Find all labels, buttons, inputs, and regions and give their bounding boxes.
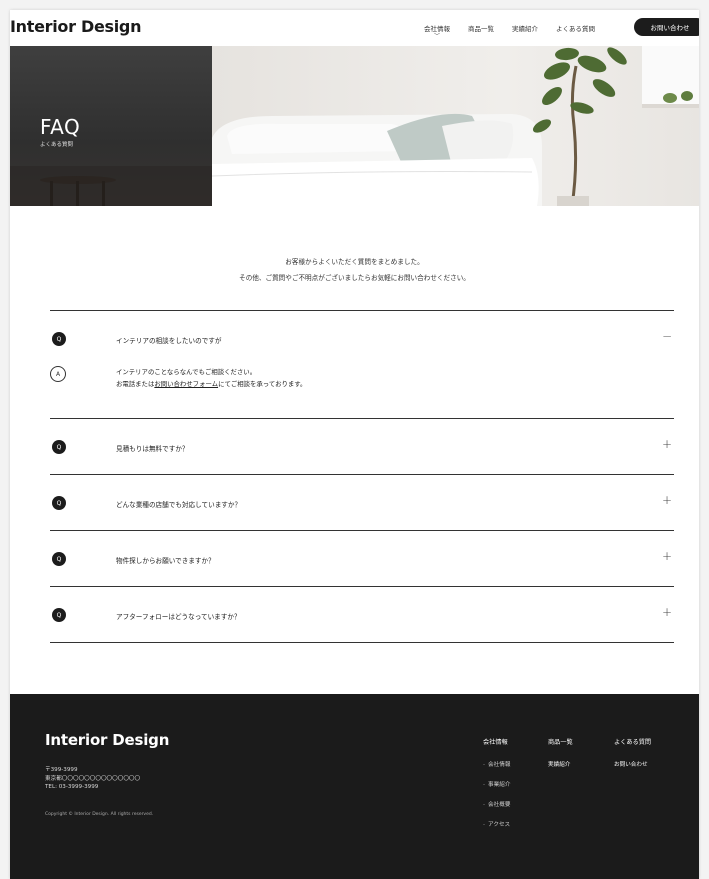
site-logo[interactable]: Interior Design (10, 17, 141, 36)
answer-text: にてご相談を承っております。 (218, 380, 307, 388)
footer-sublink-label: アクセス (488, 822, 511, 828)
faq-question: 見積もりは無料ですか？ (116, 445, 189, 453)
nav-item-company[interactable]: 会社情報 ﹀ (424, 23, 450, 40)
faq-answer-row: A インテリアのことならなんでもご相談ください。 お電話またはお問い合わせフォー… (50, 366, 674, 418)
faq-item: Q 物件探しからお願いできますか？ + (50, 530, 674, 586)
faq-list: Q インテリアの相談をしたいのですが − A インテリアのことならなんでもご相談… (50, 310, 674, 643)
hero-living-room-image (212, 46, 699, 206)
faq-question-row[interactable]: Q どんな業種の店舗でも対応していますか？ + (50, 475, 674, 530)
question-badge: Q (52, 496, 66, 510)
nav-item-products[interactable]: 商品一覧 (468, 23, 494, 33)
contact-button[interactable]: お問い合わせ (634, 18, 699, 36)
faq-question: どんな業種の店舗でも対応していますか？ (116, 501, 242, 509)
footer-logo[interactable]: Interior Design (45, 731, 169, 749)
faq-question: インテリアの相談をしたいのですが (116, 337, 222, 345)
expand-icon[interactable]: + (662, 493, 672, 507)
footer-tel: TEL: 03-3999-3999 (45, 784, 99, 790)
footer-sublink[interactable]: - アクセス (483, 820, 510, 828)
faq-question-row[interactable]: Q 見積もりは無料ですか？ + (50, 419, 674, 474)
nav-item-works[interactable]: 実績紹介 (512, 23, 538, 33)
faq-item: Q アフターフォローはどうなっていますか？ + (50, 586, 674, 643)
hero-banner: FAQ よくある質問 (10, 46, 699, 206)
site-header: Interior Design 会社情報 ﹀ 商品一覧 実績紹介 よくある質問 … (10, 10, 699, 46)
footer-address: 東京都〇〇〇〇〇〇〇〇〇〇〇〇〇〇 (45, 775, 141, 782)
intro-line: お客様からよくいただく質問をまとめました。 (285, 258, 424, 266)
expand-icon[interactable]: + (662, 549, 672, 563)
faq-answer-line: インテリアのことならなんでもご相談ください。 (116, 368, 257, 376)
site-footer: Interior Design 〒399-3999 東京都〇〇〇〇〇〇〇〇〇〇〇… (10, 694, 699, 879)
footer-sublink[interactable]: - 会社概要 (483, 800, 510, 808)
question-badge: Q (52, 608, 66, 622)
footer-sublink[interactable]: - 事業紹介 (483, 780, 510, 788)
copyright: Copyright © Interior Design. All rights … (45, 812, 154, 817)
footer-link-contact[interactable]: お問い合わせ (614, 760, 651, 768)
intro-line: その他、ご質問やご不明点がございましたらお気軽にお問い合わせください。 (239, 274, 470, 282)
footer-link-works[interactable]: 実績紹介 (548, 760, 573, 768)
footer-sublink[interactable]: - 会社情報 (483, 760, 510, 768)
footer-link-products[interactable]: 商品一覧 (548, 737, 573, 746)
question-badge: Q (52, 332, 66, 346)
footer-sublink-label: 会社概要 (488, 802, 511, 808)
question-badge: Q (52, 440, 66, 454)
answer-text: お電話または (116, 380, 155, 388)
answer-badge: A (50, 366, 66, 382)
page: Interior Design 会社情報 ﹀ 商品一覧 実績紹介 よくある質問 … (10, 10, 699, 879)
chevron-down-icon: ﹀ (433, 33, 441, 40)
intro-text: お客様からよくいただく質問をまとめました。 その他、ご質問やご不明点がございまし… (10, 254, 699, 286)
faq-question-row[interactable]: Q 物件探しからお願いできますか？ + (50, 531, 674, 586)
footer-col-products: 商品一覧 実績紹介 (548, 737, 573, 780)
faq-question: 物件探しからお願いできますか？ (116, 557, 215, 565)
faq-answer-line: お電話またはお問い合わせフォームにてご相談を承っております。 (116, 378, 306, 390)
collapse-icon[interactable]: − (662, 329, 672, 343)
footer-postal: 〒399-3999 (45, 767, 78, 773)
faq-question-row[interactable]: Q インテリアの相談をしたいのですが − (50, 311, 674, 366)
faq-item: Q インテリアの相談をしたいのですが − A インテリアのことならなんでもご相談… (50, 310, 674, 418)
footer-sublink-label: 事業紹介 (488, 782, 511, 788)
footer-col-faq: よくある質問 お問い合わせ (614, 737, 651, 780)
contact-form-link[interactable]: お問い合わせフォーム (154, 380, 218, 388)
page-subtitle: よくある質問 (40, 142, 74, 148)
question-badge: Q (52, 552, 66, 566)
faq-item: Q 見積もりは無料ですか？ + (50, 418, 674, 474)
footer-sublink-label: 会社情報 (488, 762, 511, 768)
sofa-photo (212, 46, 699, 206)
footer-col-company: 会社情報 - 会社情報 - 事業紹介 - 会社概要 - アクセス (483, 737, 510, 840)
main-nav: 会社情報 ﹀ 商品一覧 実績紹介 よくある質問 (424, 10, 613, 46)
expand-icon[interactable]: + (662, 605, 672, 619)
faq-question-row[interactable]: Q アフターフォローはどうなっていますか？ + (50, 587, 674, 642)
faq-question: アフターフォローはどうなっていますか？ (116, 613, 241, 621)
footer-contact-info: 〒399-3999 東京都〇〇〇〇〇〇〇〇〇〇〇〇〇〇 TEL: 03-3999… (45, 766, 140, 792)
nav-item-faq[interactable]: よくある質問 (556, 23, 595, 33)
page-title: FAQ (40, 115, 81, 139)
footer-link-company[interactable]: 会社情報 (483, 737, 510, 746)
footer-link-faq[interactable]: よくある質問 (614, 737, 651, 746)
faq-item: Q どんな業種の店舗でも対応していますか？ + (50, 474, 674, 530)
faq-answer: インテリアのことならなんでもご相談ください。 お電話またはお問い合わせフォームに… (116, 366, 306, 390)
expand-icon[interactable]: + (662, 437, 672, 451)
